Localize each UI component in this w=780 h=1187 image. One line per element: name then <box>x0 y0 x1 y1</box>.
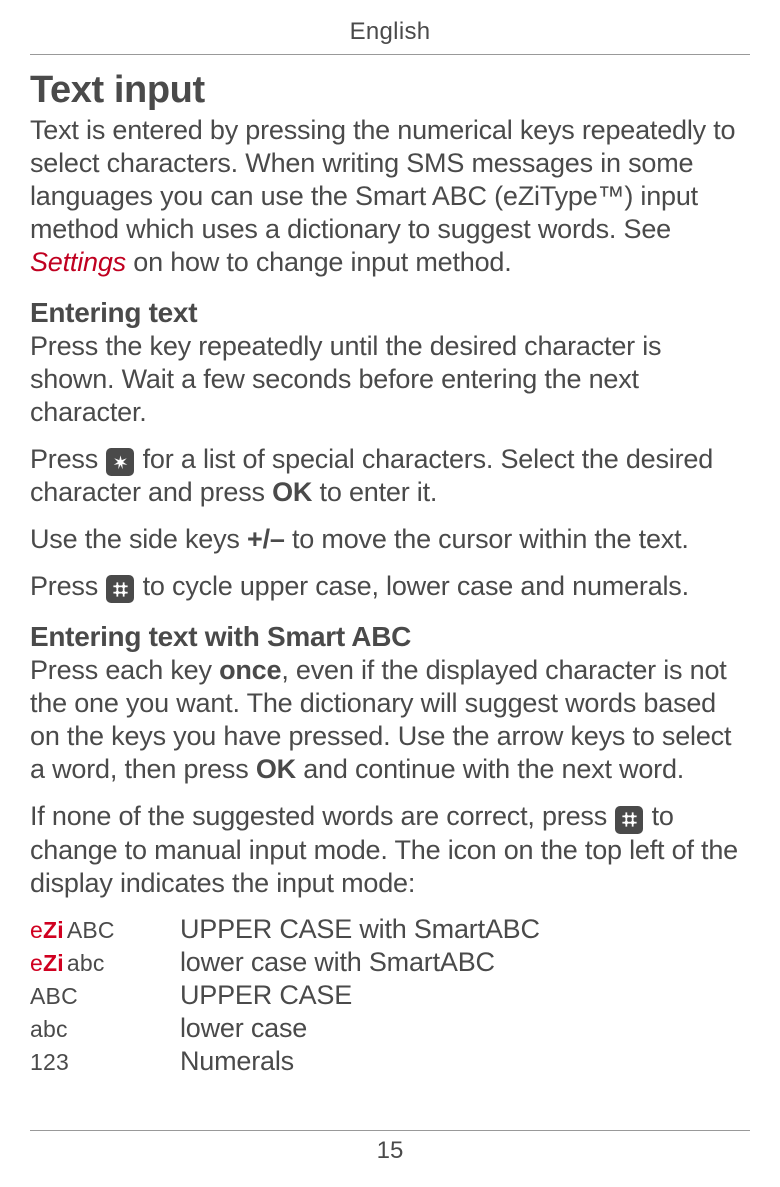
input-mode-table: eZiABC UPPER CASE with SmartABC eZiabc l… <box>30 914 750 1077</box>
ok-label-1: OK <box>272 477 312 507</box>
entering-text-p1: Press the key repeatedly until the desir… <box>30 330 750 429</box>
p2-text-c: to enter it. <box>312 477 437 507</box>
p4-text-b: to cycle upper case, lower case and nume… <box>135 571 689 601</box>
section-title-text-input: Text input <box>30 69 750 112</box>
mode-row-numerals: 123 Numerals <box>30 1046 750 1077</box>
ezi-i-2: i <box>57 950 64 976</box>
hash-key-icon <box>106 575 134 603</box>
p2-text-a: Press <box>30 444 105 474</box>
heading-entering-text: Entering text <box>30 297 750 329</box>
mode-desc-numerals: Numerals <box>180 1046 294 1077</box>
mode-desc-upper: UPPER CASE <box>180 980 352 1011</box>
smart-p1-a: Press each key <box>30 655 219 685</box>
settings-link[interactable]: Settings <box>30 247 126 277</box>
smart-p2: If none of the suggested words are corre… <box>30 800 750 899</box>
plus-minus-keys: +/– <box>247 524 285 554</box>
ezi-e: e <box>30 917 43 943</box>
mode-label-upper: ABC <box>30 983 180 1010</box>
mode-row-lower: abc lower case <box>30 1013 750 1044</box>
smart-p1: Press each key once, even if the display… <box>30 654 750 786</box>
intro-text-part-a: Text is entered by pressing the numerica… <box>30 115 735 244</box>
mode-desc-lower: lower case <box>180 1013 307 1044</box>
mode-label-ezi-lower: eZiabc <box>30 950 180 977</box>
hash-key-icon-2 <box>615 806 643 834</box>
ezi-suffix-upper: ABC <box>67 917 115 943</box>
mode-label-lower: abc <box>30 1016 180 1043</box>
ezi-z-2: Z <box>43 950 57 976</box>
page-number: 15 <box>377 1137 404 1164</box>
p3-text-b: to move the cursor within the text. <box>285 524 689 554</box>
mode-row-ezi-upper: eZiABC UPPER CASE with SmartABC <box>30 914 750 945</box>
mode-row-ezi-lower: eZiabc lower case with SmartABC <box>30 947 750 978</box>
intro-text-part-b: on how to change input method. <box>126 247 512 277</box>
smart-p1-c: and continue with the next word. <box>296 754 684 784</box>
p3-text-a: Use the side keys <box>30 524 247 554</box>
intro-paragraph: Text is entered by pressing the numerica… <box>30 114 750 279</box>
page-header-language: English <box>30 0 750 55</box>
smart-p2-a: If none of the suggested words are corre… <box>30 801 614 831</box>
ezi-e-2: e <box>30 950 43 976</box>
ezi-suffix-lower: abc <box>67 950 105 976</box>
p4-text-a: Press <box>30 571 105 601</box>
star-key-icon <box>106 448 134 476</box>
ok-label-2: OK <box>256 754 296 784</box>
entering-text-p3: Use the side keys +/– to move the cursor… <box>30 523 750 556</box>
mode-desc-ezi-lower: lower case with SmartABC <box>180 947 495 978</box>
heading-smart-abc: Entering text with Smart ABC <box>30 621 750 653</box>
entering-text-p2: Press for a list of special characters. … <box>30 443 750 509</box>
ezi-i: i <box>57 917 64 943</box>
mode-label-numerals: 123 <box>30 1049 180 1076</box>
once-emphasis: once <box>219 655 281 685</box>
ezi-z: Z <box>43 917 57 943</box>
mode-row-upper: ABC UPPER CASE <box>30 980 750 1011</box>
entering-text-p4: Press to cycle upper case, lower case an… <box>30 570 750 604</box>
page-footer: 15 <box>30 1130 750 1165</box>
mode-desc-ezi-upper: UPPER CASE with SmartABC <box>180 914 540 945</box>
mode-label-ezi-upper: eZiABC <box>30 917 180 944</box>
